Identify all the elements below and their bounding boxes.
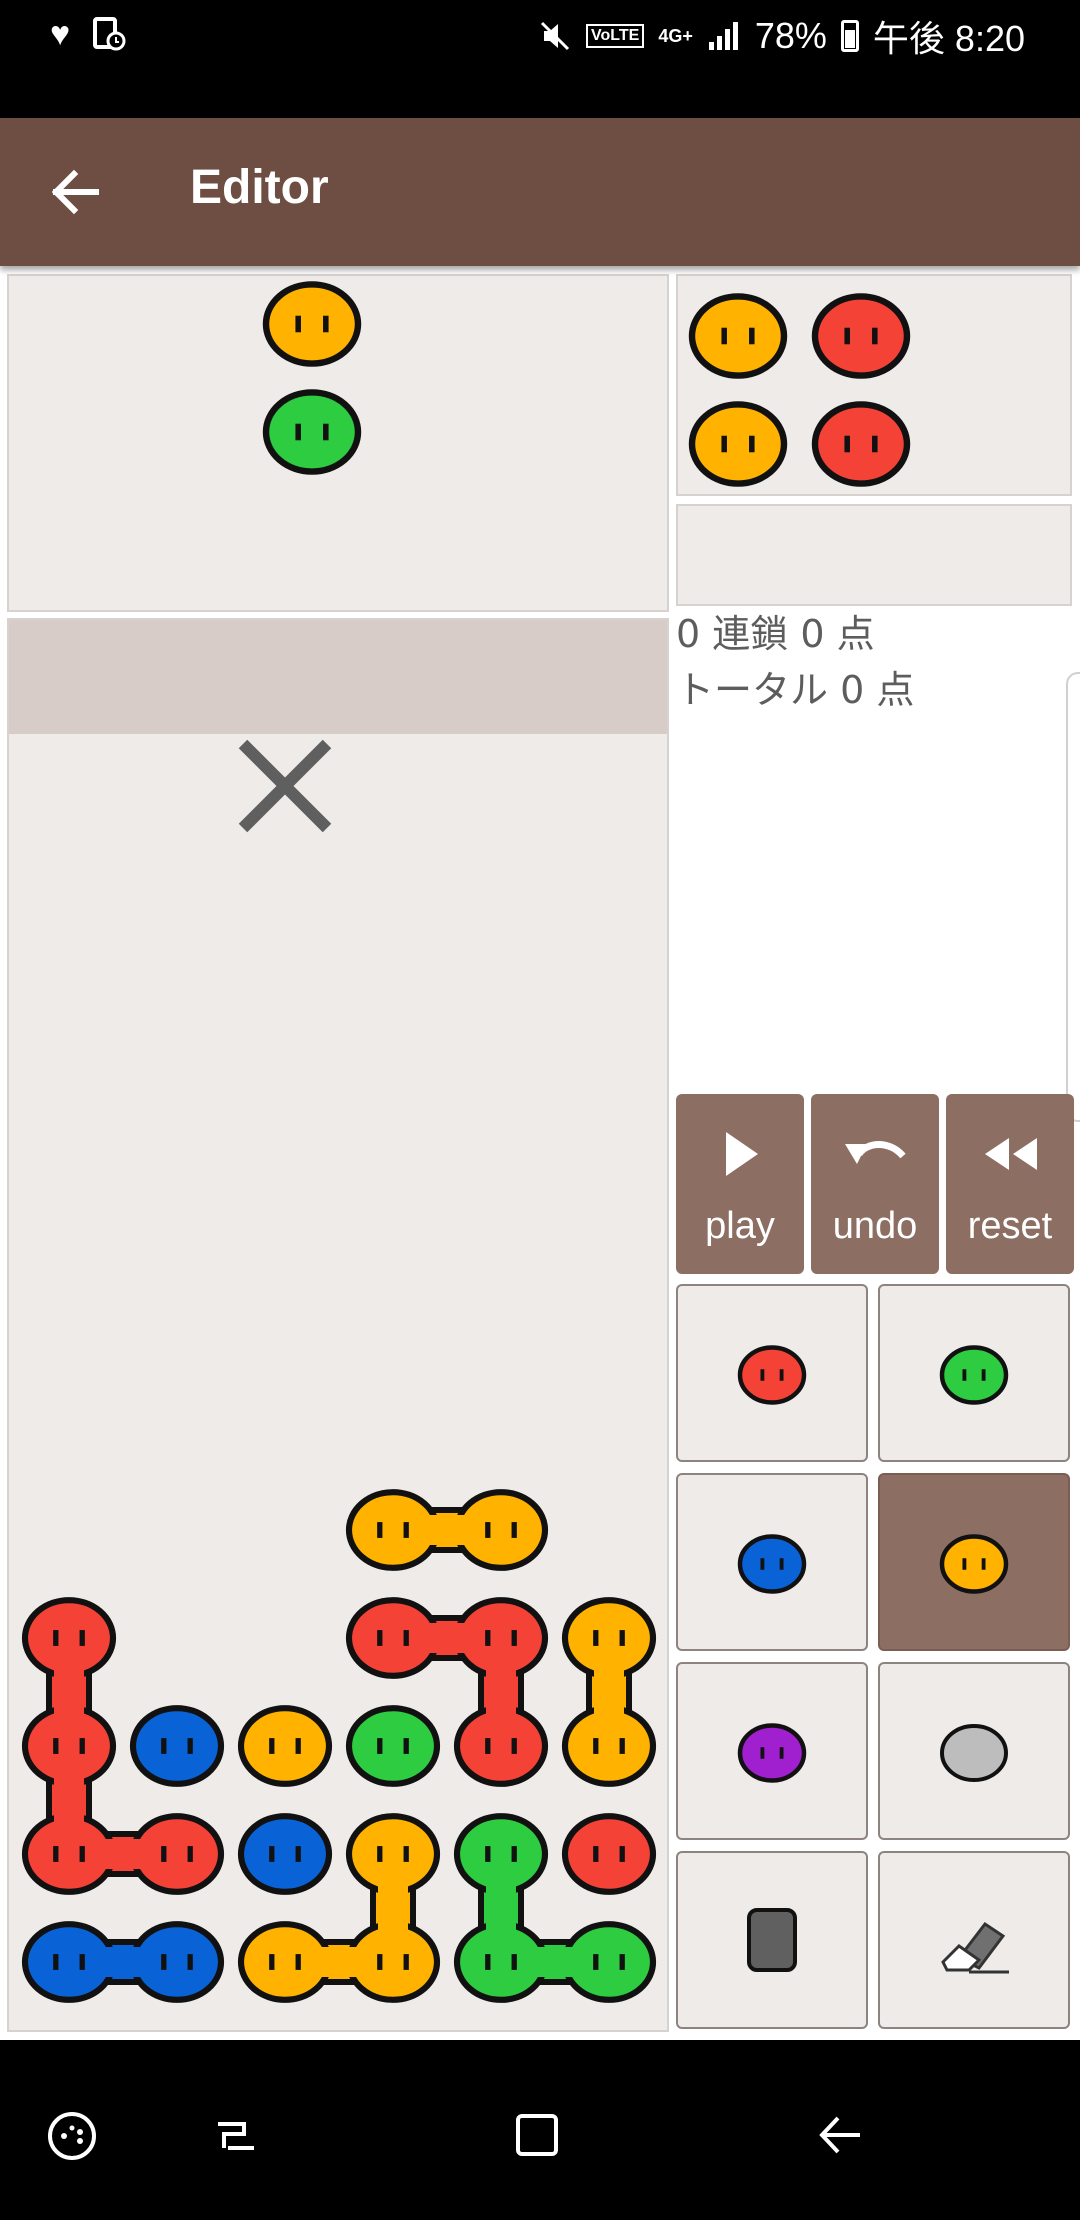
- next-queue-empty-panel: [676, 504, 1072, 606]
- palette-block-button[interactable]: [676, 1851, 868, 2029]
- arrow-left-icon: [51, 169, 99, 215]
- home-icon[interactable]: [512, 2110, 562, 2160]
- recent-apps-icon[interactable]: [210, 2110, 260, 2160]
- mute-icon: [538, 19, 572, 53]
- yellow-puyo: [237, 1705, 333, 1787]
- palette-gray-button[interactable]: [878, 1662, 1070, 1840]
- app-bar: Editor: [0, 118, 1080, 266]
- yellow-puyo-next: [262, 281, 362, 367]
- total-score-text: トータル 0 点: [676, 668, 915, 712]
- editor-content: 0 連鎖 0 点 トータル 0 点 play undo reset: [0, 266, 1080, 2040]
- undo-label: undo: [832, 1205, 918, 1247]
- yellow-puyo-queue: [688, 293, 788, 379]
- heart-icon: ♥: [50, 15, 71, 53]
- volte-icon: VoLTE: [586, 24, 645, 48]
- screen-record-icon: [92, 16, 126, 52]
- next-piece-svg: [262, 281, 362, 475]
- game-tools-icon[interactable]: [44, 2108, 100, 2164]
- page-title: Editor: [190, 161, 329, 214]
- yellow-puyo-queue: [688, 401, 788, 487]
- red-puyo-queue: [811, 293, 911, 379]
- red-puyo-swatch: [737, 1345, 807, 1405]
- blue-puyo: [129, 1705, 225, 1787]
- undo-icon: [845, 1141, 906, 1164]
- green-puyo-next: [262, 389, 362, 475]
- next-queue-panel: [676, 274, 1072, 496]
- reset-label: reset: [967, 1205, 1053, 1247]
- next-queue-svg: [688, 293, 911, 487]
- palette-eraser-button[interactable]: [878, 1851, 1070, 2029]
- scroll-handle[interactable]: [1066, 672, 1080, 1122]
- network-type-label: 4G+: [658, 25, 693, 46]
- red-puyo-queue: [811, 401, 911, 487]
- palette-purple-button[interactable]: [676, 1662, 868, 1840]
- chain-score-text: 0 連鎖 0 点: [676, 612, 875, 656]
- purple-puyo-icon: [737, 1723, 807, 1783]
- palette-yellow-button[interactable]: [878, 1473, 1070, 1651]
- navigation-bar: [0, 2040, 1080, 2220]
- block-icon: [747, 1908, 797, 1972]
- yellow-puyo-swatch: [939, 1534, 1009, 1594]
- puyo-field[interactable]: [7, 618, 669, 2032]
- x-mark-icon: [238, 739, 332, 833]
- battery-icon: [840, 20, 859, 52]
- eraser-icon: [941, 1921, 1009, 1974]
- palette-green-button[interactable]: [878, 1284, 1070, 1462]
- blue-puyo-icon: [737, 1534, 807, 1594]
- status-bar: ♥ VoLTE 4G+ 78% 午後 8:20: [0, 0, 1080, 118]
- palette-red-button[interactable]: [676, 1284, 868, 1462]
- palette-blue-button[interactable]: [676, 1473, 868, 1651]
- score-area: 0 連鎖 0 点 トータル 0 点: [676, 606, 1072, 1026]
- rewind-icon: [985, 1138, 1037, 1170]
- garbage-puyo-icon: [940, 1724, 1008, 1782]
- play-icon: [726, 1132, 758, 1176]
- play-button[interactable]: play: [676, 1094, 804, 1274]
- field-svg[interactable]: [9, 620, 667, 2030]
- next-piece-panel: [7, 274, 669, 612]
- yellow-puyo-icon: [939, 1534, 1009, 1594]
- battery-percent: 78%: [754, 15, 827, 56]
- back-icon[interactable]: [812, 2110, 868, 2160]
- signal-icon: [707, 20, 741, 52]
- clock: 午後 8:20: [872, 18, 1025, 59]
- reset-button[interactable]: reset: [946, 1094, 1074, 1274]
- red-puyo-icon: [737, 1345, 807, 1405]
- play-label: play: [705, 1205, 775, 1247]
- undo-button[interactable]: undo: [811, 1094, 939, 1274]
- green-puyo-swatch: [939, 1345, 1009, 1405]
- green-puyo: [345, 1705, 441, 1787]
- blue-puyo: [237, 1813, 333, 1895]
- red-puyo: [561, 1813, 657, 1895]
- green-puyo-icon: [939, 1345, 1009, 1405]
- purple-puyo-swatch: [737, 1723, 807, 1783]
- blue-puyo-swatch: [737, 1534, 807, 1594]
- back-button[interactable]: [38, 152, 118, 232]
